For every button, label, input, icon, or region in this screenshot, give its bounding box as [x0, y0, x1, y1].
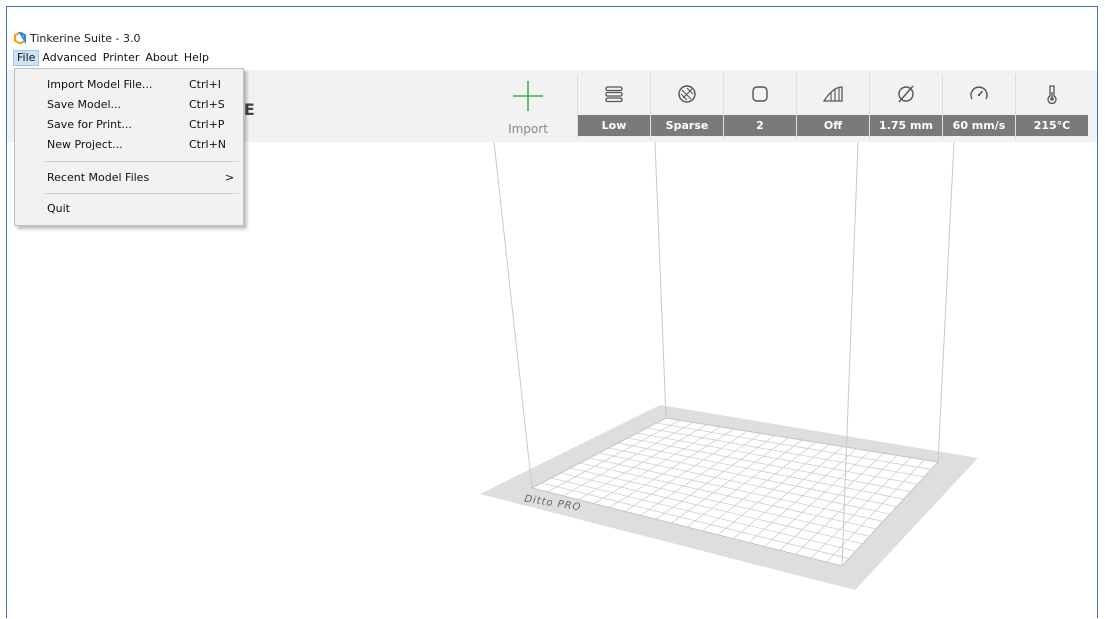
menu-item-import-model[interactable]: Import Model File... Ctrl+I: [15, 75, 243, 95]
menu-item-shortcut: Ctrl+P: [189, 118, 225, 131]
menu-item-shortcut: Ctrl+I: [189, 78, 222, 91]
menu-item-save-model[interactable]: Save Model... Ctrl+S: [15, 95, 243, 115]
menu-item-label: Save for Print...: [47, 118, 132, 131]
menu-separator: [45, 161, 239, 162]
menu-item-recent-files[interactable]: Recent Model Files >: [15, 168, 243, 188]
volume-edge: [493, 141, 533, 489]
menu-separator: [45, 193, 239, 194]
file-menu: Import Model File... Ctrl+I Save Model..…: [14, 68, 244, 226]
menu-item-save-for-print[interactable]: Save for Print... Ctrl+P: [15, 115, 243, 135]
menu-item-label: Save Model...: [47, 98, 122, 111]
volume-edge: [654, 141, 667, 419]
menu-item-label: Import Model File...: [47, 78, 153, 91]
chevron-right-icon: >: [225, 171, 235, 184]
menu-item-label: Recent Model Files: [47, 171, 150, 184]
menu-item-new-project[interactable]: New Project... Ctrl+N: [15, 135, 243, 155]
volume-edge: [937, 141, 955, 463]
menu-item-label: New Project...: [47, 138, 123, 151]
menu-item-label: Quit: [47, 202, 70, 215]
menu-item-quit[interactable]: Quit: [15, 199, 243, 219]
menu-item-shortcut: Ctrl+N: [189, 138, 227, 151]
menu-item-shortcut: Ctrl+S: [189, 98, 225, 111]
